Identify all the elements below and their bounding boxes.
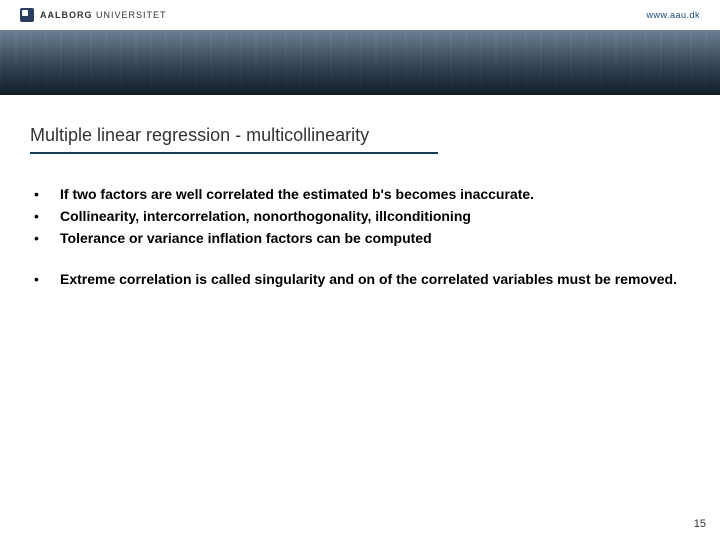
- bullet-icon: •: [30, 269, 60, 290]
- logo-text: AALBORG UNIVERSITET: [40, 10, 167, 20]
- bullet-text: Tolerance or variance inflation factors …: [60, 228, 690, 249]
- logo-icon: [20, 8, 34, 22]
- bullet-group-2: • Extreme correlation is called singular…: [30, 269, 690, 290]
- university-logo: AALBORG UNIVERSITET: [20, 8, 167, 22]
- page-number: 15: [694, 518, 706, 530]
- bullet-icon: •: [30, 228, 60, 249]
- header-banner: AALBORG UNIVERSITET www.aau.dk: [0, 0, 720, 95]
- building-graphic: [0, 30, 720, 95]
- bullet-group-1: • If two factors are well correlated the…: [30, 184, 690, 249]
- slide-content: Multiple linear regression - multicollin…: [0, 95, 720, 330]
- list-item: • Tolerance or variance inflation factor…: [30, 228, 690, 249]
- bullet-icon: •: [30, 184, 60, 205]
- bullet-icon: •: [30, 206, 60, 227]
- website-url: www.aau.dk: [646, 10, 700, 20]
- list-item: • If two factors are well correlated the…: [30, 184, 690, 205]
- slide-title: Multiple linear regression - multicollin…: [30, 125, 690, 146]
- header-top-bar: AALBORG UNIVERSITET www.aau.dk: [0, 0, 720, 30]
- bullet-text: Collinearity, intercorrelation, nonortho…: [60, 206, 690, 227]
- bullet-text: Extreme correlation is called singularit…: [60, 269, 690, 290]
- logo-light: UNIVERSITET: [96, 10, 167, 20]
- logo-strong: AALBORG: [40, 10, 93, 20]
- list-item: • Collinearity, intercorrelation, nonort…: [30, 206, 690, 227]
- bullet-text: If two factors are well correlated the e…: [60, 184, 690, 205]
- list-item: • Extreme correlation is called singular…: [30, 269, 690, 290]
